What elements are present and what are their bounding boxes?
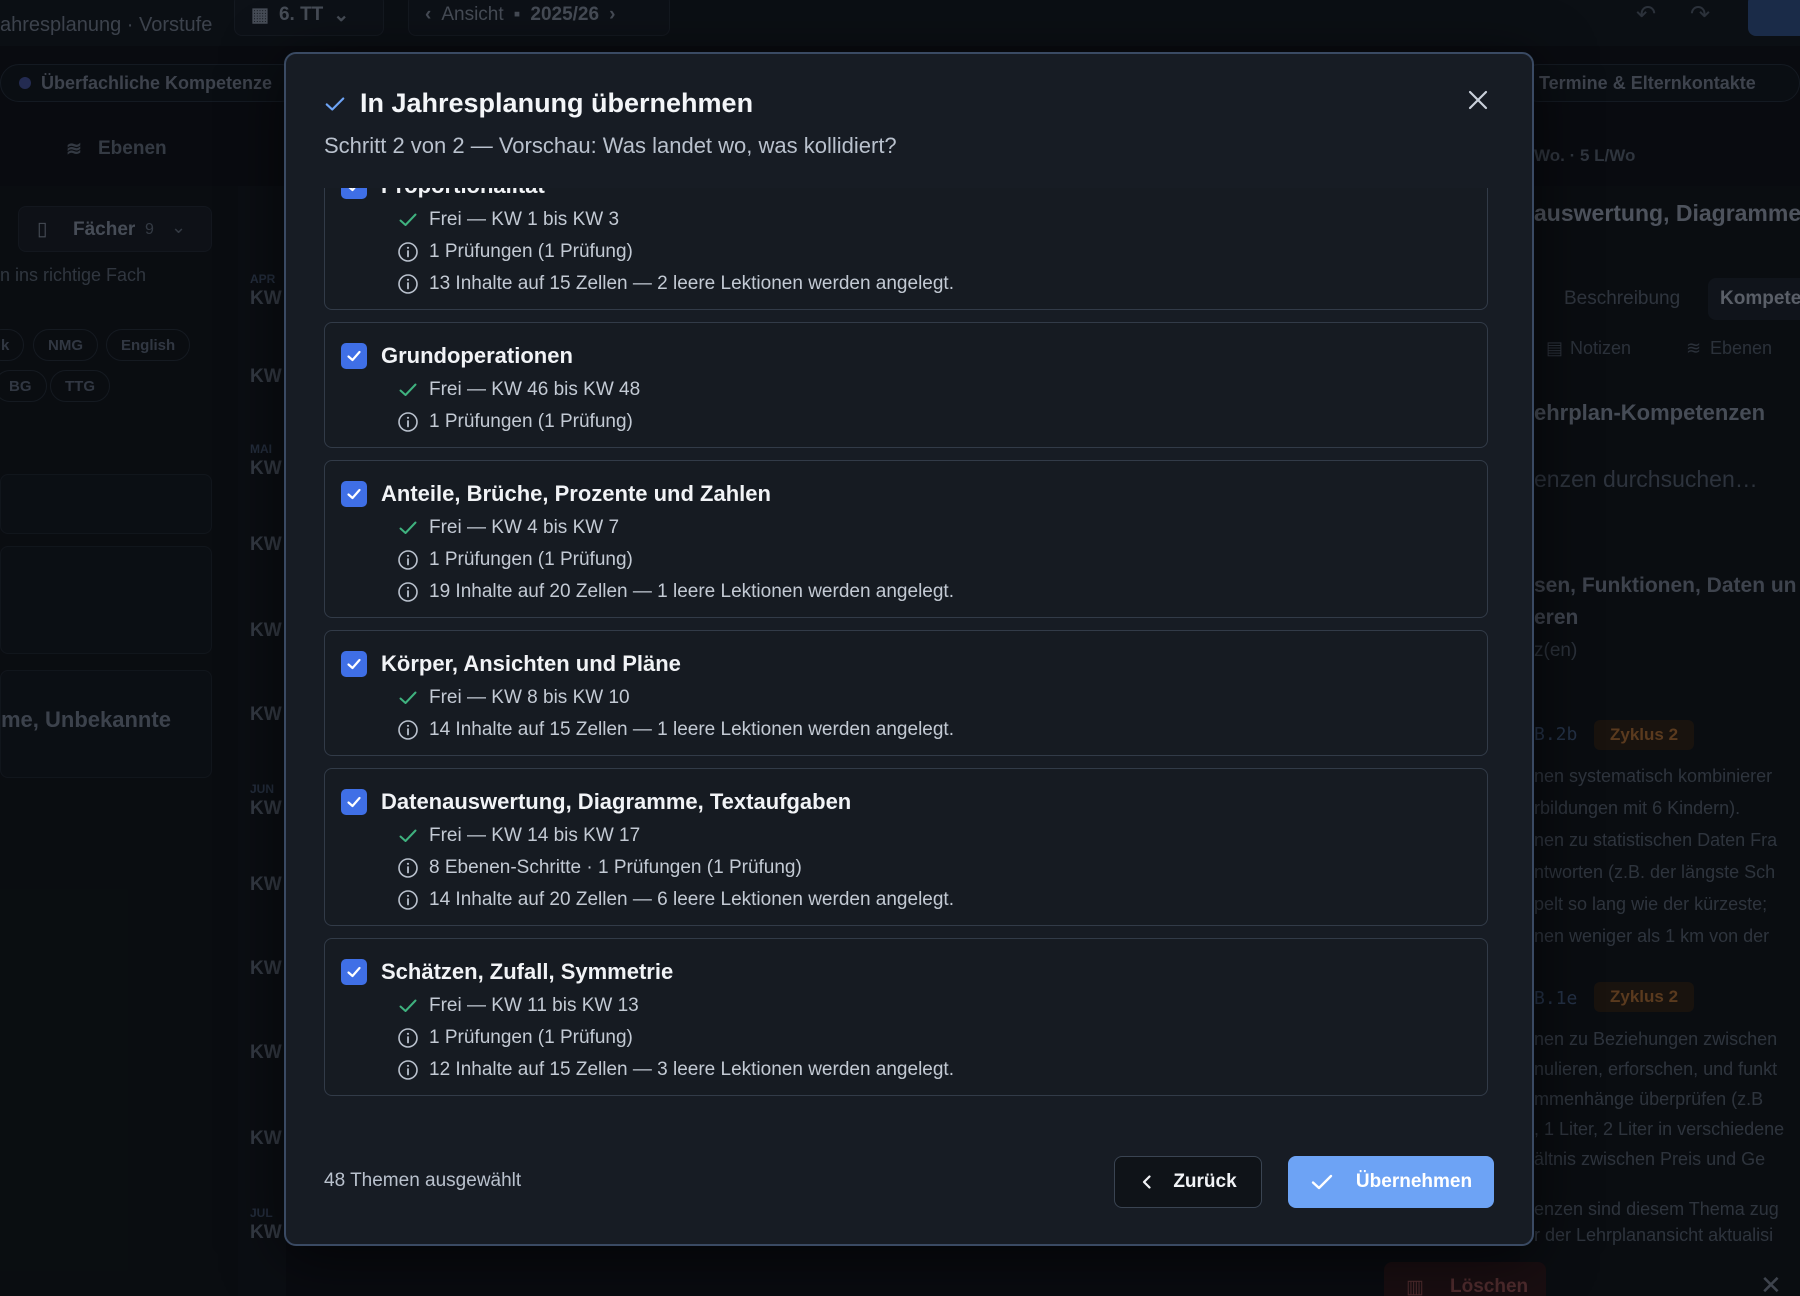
import-dialog: In Jahresplanung übernehmen Schritt 2 vo… <box>284 52 1534 1246</box>
topic-detail-text: 19 Inhalte auf 20 Zellen — 1 leere Lekti… <box>429 581 954 602</box>
info-icon <box>397 889 419 911</box>
topic-detail-text: 8 Ebenen-Schritte · 1 Prüfungen (1 Prüfu… <box>429 857 802 878</box>
topic-detail: Frei — KW 46 bis KW 48 <box>397 379 1471 401</box>
info-icon <box>397 1059 419 1081</box>
topic-detail-text: 13 Inhalte auf 15 Zellen — 2 leere Lekti… <box>429 273 954 294</box>
topic-detail-text: Frei — KW 14 bis KW 17 <box>429 825 641 846</box>
dialog-title: In Jahresplanung übernehmen <box>360 88 754 118</box>
topic-detail: 1 Prüfungen (1 Prüfung) <box>397 549 1471 571</box>
topic-checkbox[interactable] <box>341 789 367 815</box>
dialog-header: In Jahresplanung übernehmen Schritt 2 vo… <box>324 88 1492 159</box>
topic-detail-text: Frei — KW 4 bis KW 7 <box>429 517 620 538</box>
topic-detail-text: Frei — KW 8 bis KW 10 <box>429 687 630 708</box>
info-icon <box>397 273 419 295</box>
chevron-left-icon <box>1143 1175 1151 1189</box>
topic-detail: Frei — KW 4 bis KW 7 <box>397 517 1471 539</box>
topic-detail: 8 Ebenen-Schritte · 1 Prüfungen (1 Prüfu… <box>397 857 1471 879</box>
topic-detail-text: Frei — KW 46 bis KW 48 <box>429 379 641 400</box>
topic-detail: 1 Prüfungen (1 Prüfung) <box>397 411 1471 433</box>
topic-name: Proportionalität <box>381 188 545 199</box>
topic-detail: Frei — KW 8 bis KW 10 <box>397 687 1471 709</box>
confirm-button[interactable]: Übernehmen <box>1288 1156 1494 1208</box>
topic-detail: 12 Inhalte auf 15 Zellen — 3 leere Lekti… <box>397 1059 1471 1081</box>
check-icon <box>397 825 419 847</box>
topic-checkbox[interactable] <box>341 959 367 985</box>
dialog-subtitle: Schritt 2 von 2 — Vorschau: Was landet w… <box>324 133 897 158</box>
topic-checkbox[interactable] <box>341 343 367 369</box>
topic-detail-text: 1 Prüfungen (1 Prüfung) <box>429 411 633 432</box>
check-icon <box>397 995 419 1017</box>
topic-detail: Frei — KW 14 bis KW 17 <box>397 825 1471 847</box>
selected-count: 48 Themen ausgewählt <box>324 1170 522 1191</box>
back-button-label: Zurück <box>1173 1171 1237 1192</box>
topic-preview-list[interactable]: Proportionalität Frei — KW 1 bis KW 3 1 Pr… <box>324 188 1488 1116</box>
topic-detail-text: 14 Inhalte auf 20 Zellen — 6 leere Lekti… <box>429 889 954 910</box>
topic-detail-text: 14 Inhalte auf 15 Zellen — 1 leere Lekti… <box>429 719 954 740</box>
topic-detail-text: Frei — KW 11 bis KW 13 <box>429 995 639 1016</box>
info-icon <box>397 1027 419 1049</box>
topic-detail: 13 Inhalte auf 15 Zellen — 2 leere Lekti… <box>397 273 1471 295</box>
close-button[interactable] <box>1458 80 1498 120</box>
topic-name: Grundoperationen <box>381 343 573 368</box>
info-icon <box>397 581 419 603</box>
topic-checkbox[interactable] <box>341 651 367 677</box>
topic-card: Proportionalität Frei — KW 1 bis KW 3 1 Pr… <box>324 188 1488 310</box>
topic-detail-text: 1 Prüfungen (1 Prüfung) <box>429 241 633 262</box>
topic-card: Datenauswertung, Diagramme, Textaufgaben… <box>324 768 1488 926</box>
topic-detail: 1 Prüfungen (1 Prüfung) <box>397 241 1471 263</box>
topic-detail-text: Frei — KW 1 bis KW 3 <box>429 209 620 230</box>
topic-detail: 14 Inhalte auf 15 Zellen — 1 leere Lekti… <box>397 719 1471 741</box>
topic-detail: Frei — KW 1 bis KW 3 <box>397 209 1471 231</box>
topic-checkbox[interactable] <box>341 188 367 199</box>
topic-detail-text: 1 Prüfungen (1 Prüfung) <box>429 549 633 570</box>
topic-detail: 14 Inhalte auf 20 Zellen — 6 leere Lekti… <box>397 889 1471 911</box>
check-icon <box>397 517 419 539</box>
topic-card: Anteile, Brüche, Prozente und Zahlen Frei… <box>324 460 1488 618</box>
info-icon <box>397 241 419 263</box>
check-icon <box>397 687 419 709</box>
topic-detail-text: 1 Prüfungen (1 Prüfung) <box>429 1027 633 1048</box>
topic-card: Schätzen, Zufall, Symmetrie Frei — KW 11 … <box>324 938 1488 1096</box>
info-icon <box>397 857 419 879</box>
check-icon <box>324 93 346 115</box>
topic-card: Körper, Ansichten und Pläne Frei — KW 8 b… <box>324 630 1488 756</box>
topic-name: Datenauswertung, Diagramme, Textaufgaben <box>381 789 852 814</box>
topic-name: Anteile, Brüche, Prozente und Zahlen <box>381 481 771 506</box>
topic-checkbox[interactable] <box>341 481 367 507</box>
info-icon <box>397 549 419 571</box>
topic-card: Grundoperationen Frei — KW 46 bis KW 48 1 … <box>324 322 1488 448</box>
dialog-footer: 48 Themen ausgewählt Zurück Übernehmen <box>324 1156 1494 1208</box>
topic-detail-text: 12 Inhalte auf 15 Zellen — 3 leere Lekti… <box>429 1059 954 1080</box>
back-button[interactable]: Zurück <box>1114 1156 1262 1208</box>
check-icon <box>397 209 419 231</box>
info-icon <box>397 719 419 741</box>
topic-name: Körper, Ansichten und Pläne <box>381 651 681 676</box>
confirm-button-label: Übernehmen <box>1355 1171 1473 1192</box>
topic-detail: 19 Inhalte auf 20 Zellen — 1 leere Lekti… <box>397 581 1471 603</box>
info-icon <box>397 411 419 433</box>
close-icon <box>1468 90 1488 110</box>
check-icon <box>397 379 419 401</box>
topic-detail: 1 Prüfungen (1 Prüfung) <box>397 1027 1471 1049</box>
topic-name: Schätzen, Zufall, Symmetrie <box>381 959 674 984</box>
check-icon <box>1311 1174 1333 1190</box>
topic-detail: Frei — KW 11 bis KW 13 <box>397 995 1471 1017</box>
